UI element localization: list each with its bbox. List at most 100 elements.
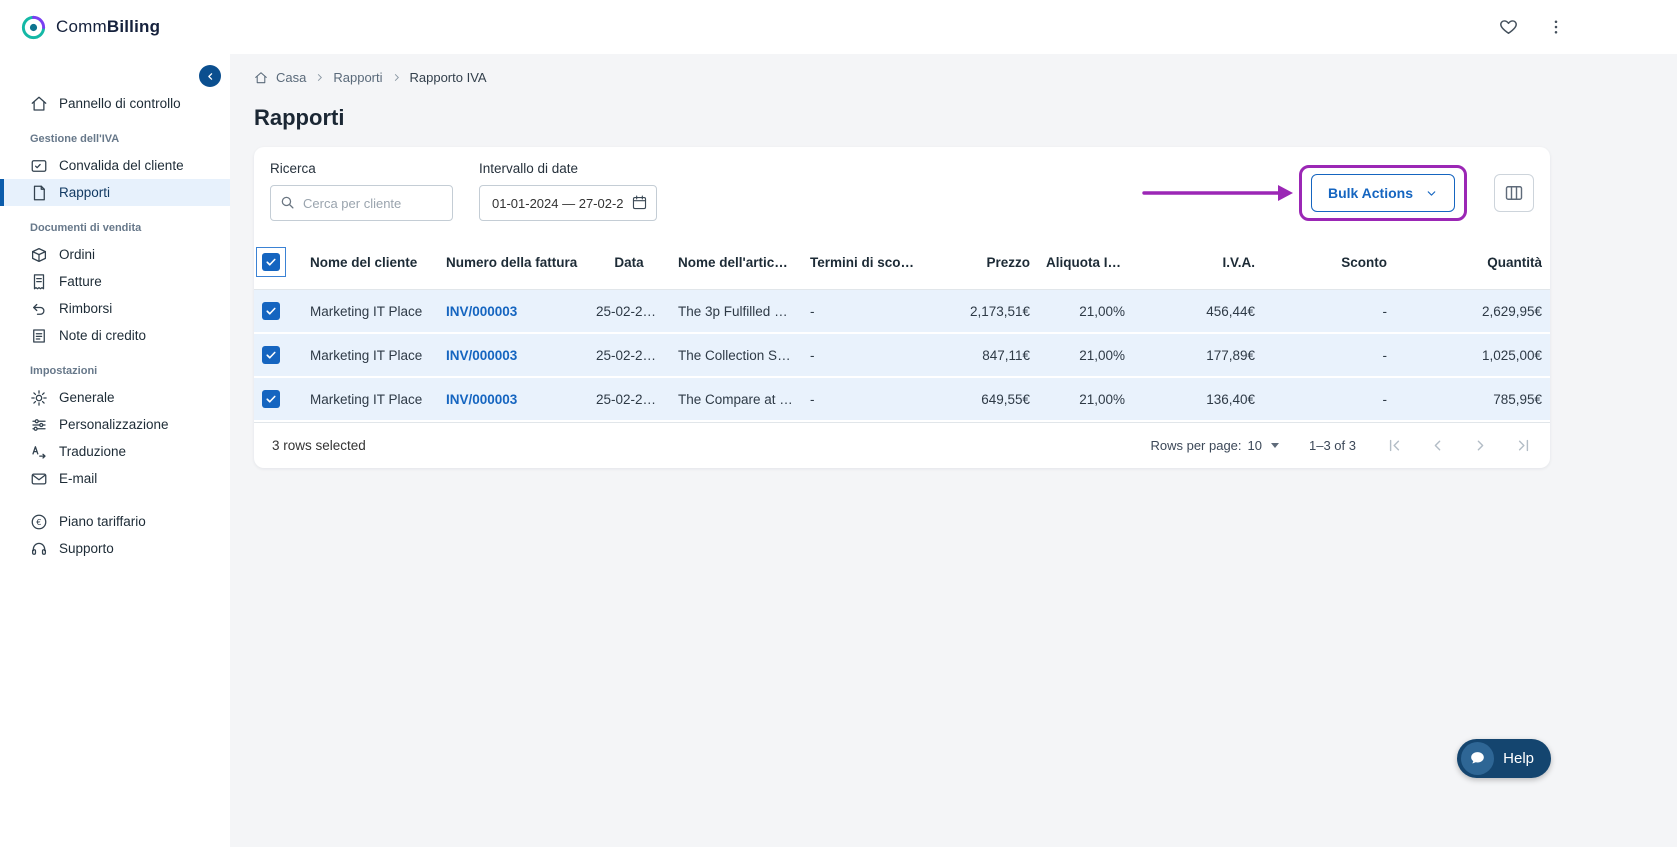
calendar-icon[interactable] (631, 194, 648, 216)
cell-date: 25-02-2025 (588, 377, 670, 422)
sidebar-item-customization[interactable]: Personalizzazione (0, 411, 230, 438)
sidebar-item-translation[interactable]: Traduzione (0, 438, 230, 465)
table-header-row: Nome del cliente Numero della fattura Da… (254, 235, 1550, 290)
sidebar-item-pricing-plan[interactable]: € Piano tariffario (0, 508, 230, 535)
cell-terms: - (802, 377, 928, 422)
sidebar-item-label: Supporto (59, 541, 114, 556)
column-header-price[interactable]: Prezzo (928, 235, 1038, 290)
box-icon (30, 246, 48, 264)
column-settings-button[interactable] (1494, 174, 1534, 212)
cell-item: The 3p Fulfilled S… (670, 289, 802, 334)
column-header-customer[interactable]: Nome del cliente (302, 235, 438, 290)
sidebar-item-label: Rimborsi (59, 301, 113, 316)
cell-discount: - (1263, 289, 1395, 334)
sidebar-item-refunds[interactable]: Rimborsi (0, 295, 230, 322)
cell-invoice-link[interactable]: INV/000003 (438, 377, 588, 422)
envelope-icon (30, 470, 48, 488)
sidebar-item-support[interactable]: Supporto (0, 535, 230, 562)
cell-terms: - (802, 333, 928, 378)
cell-date: 25-02-2025 (588, 289, 670, 334)
next-page-icon[interactable] (1472, 437, 1489, 454)
cell-vat-rate: 21,00% (1038, 289, 1133, 334)
sidebar-item-label: Ordini (59, 247, 96, 262)
row-checkbox[interactable] (262, 346, 280, 364)
sliders-icon (30, 416, 48, 434)
row-checkbox[interactable] (262, 390, 280, 408)
kebab-menu-icon (1554, 20, 1558, 34)
sidebar-item-reports[interactable]: Rapporti (0, 179, 230, 206)
brand-name: CommBilling (56, 17, 160, 37)
table-row[interactable]: Marketing IT Place INV/000003 25-02-2025… (254, 333, 1550, 378)
cell-item: The Collection Sn… (670, 333, 802, 378)
reports-card: Ricerca Intervallo di date (254, 147, 1550, 468)
overflow-menu-button[interactable] (1547, 18, 1565, 36)
column-header-invoice-number[interactable]: Numero della fattura (438, 235, 588, 290)
receipt-icon (30, 273, 48, 291)
column-header-date[interactable]: Data (588, 235, 670, 290)
previous-page-icon[interactable] (1429, 437, 1446, 454)
sidebar-item-customer-validation[interactable]: Convalida del cliente (0, 152, 230, 179)
chevron-right-icon (318, 73, 323, 82)
bulk-actions-button[interactable]: Bulk Actions (1310, 174, 1455, 212)
cell-invoice-link[interactable]: INV/000003 (438, 333, 588, 378)
row-checkbox[interactable] (262, 302, 280, 320)
sidebar-item-general[interactable]: Generale (0, 384, 230, 411)
sidebar-item-credit-notes[interactable]: Note di credito (0, 322, 230, 349)
column-header-quantity[interactable]: Quantità (1395, 235, 1550, 290)
cell-discount: - (1263, 377, 1395, 422)
column-header-discount-terms[interactable]: Termini di sconto (802, 235, 928, 290)
sidebar-item-invoices[interactable]: Fatture (0, 268, 230, 295)
sidebar-collapse-button[interactable] (199, 65, 221, 87)
column-header-item-name[interactable]: Nome dell'articolo (670, 235, 802, 290)
sidebar-item-orders[interactable]: Ordini (0, 241, 230, 268)
chevron-left-icon (207, 72, 212, 80)
select-all-checkbox[interactable] (262, 253, 280, 271)
rows-selected-text: 3 rows selected (272, 438, 366, 453)
home-icon (30, 95, 48, 113)
brand-second: Billing (106, 17, 161, 36)
breadcrumb-item-vat-report: Rapporto IVA (409, 70, 487, 85)
id-card-check-icon (30, 157, 48, 175)
favorites-button[interactable] (1498, 17, 1519, 38)
column-header-vat[interactable]: I.V.A. (1133, 235, 1263, 290)
help-label: Help (1503, 750, 1534, 767)
table-row[interactable]: Marketing IT Place INV/000003 25-02-2025… (254, 377, 1550, 422)
rows-per-page-label: Rows per page: (1150, 438, 1242, 453)
rows-per-page-select[interactable]: Rows per page: 10 (1150, 438, 1279, 453)
table-footer: 3 rows selected Rows per page: 10 1–3 of… (254, 422, 1550, 468)
select-all-focus-ring (256, 247, 286, 277)
sidebar-item-label: E-mail (59, 471, 98, 486)
date-range-label: Intervallo di date (479, 161, 579, 176)
cell-customer: Marketing IT Place (302, 289, 438, 334)
cell-date: 25-02-2025 (588, 333, 670, 378)
chevron-right-icon (394, 73, 399, 82)
last-page-icon[interactable] (1515, 437, 1532, 454)
translate-icon (30, 443, 48, 461)
help-button[interactable]: Help (1457, 739, 1551, 778)
breadcrumb-item-reports[interactable]: Rapporti (333, 70, 382, 85)
vat-report-table: Nome del cliente Numero della fattura Da… (254, 235, 1550, 422)
check-icon (266, 351, 276, 359)
first-page-icon[interactable] (1386, 437, 1403, 454)
cell-invoice-link[interactable]: INV/000003 (438, 289, 588, 334)
check-icon (266, 395, 276, 403)
sidebar-section-sales: Documenti di vendita (30, 222, 142, 234)
cell-vat-amount: 177,89€ (1133, 333, 1263, 378)
sidebar-item-dashboard[interactable]: Pannello di controllo (0, 90, 230, 117)
table-row[interactable]: Marketing IT Place INV/000003 25-02-2025… (254, 289, 1550, 334)
check-icon (266, 307, 276, 315)
sidebar-item-email[interactable]: E-mail (0, 465, 230, 492)
breadcrumb-item-home[interactable]: Casa (276, 70, 306, 85)
search-input[interactable] (270, 185, 453, 221)
cell-quantity: 785,95€ (1395, 377, 1550, 422)
page-title: Rapporti (254, 105, 345, 130)
column-header-discount[interactable]: Sconto (1263, 235, 1395, 290)
sidebar-item-label: Rapporti (59, 185, 111, 200)
column-header-vat-rate[interactable]: Aliquota IVA (1038, 235, 1133, 290)
pagination-range-text: 1–3 of 3 (1309, 438, 1356, 453)
refund-arrow-icon (30, 300, 48, 318)
sidebar-item-label: Note di credito (59, 328, 147, 343)
sidebar-section-settings: Impostazioni (30, 365, 98, 377)
sidebar: Pannello di controllo Gestione dell'IVA … (0, 54, 230, 847)
bulk-actions-label: Bulk Actions (1327, 185, 1413, 201)
